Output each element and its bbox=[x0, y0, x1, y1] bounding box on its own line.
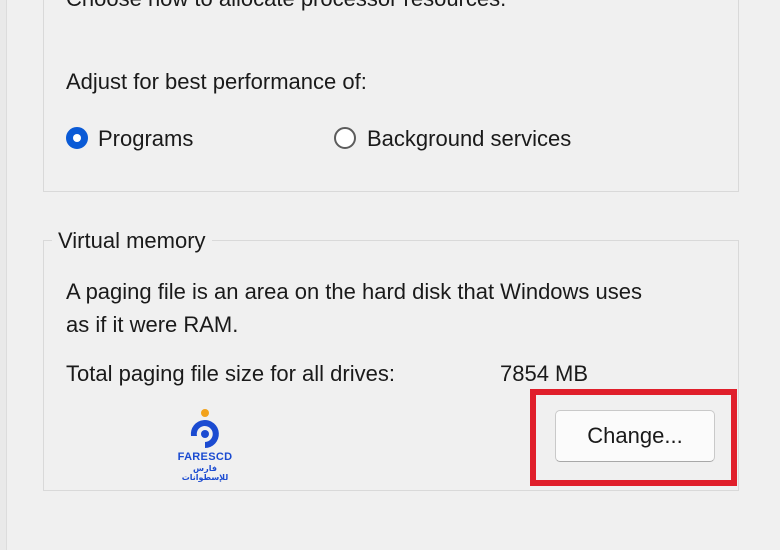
programs-radio-label[interactable]: Programs bbox=[98, 126, 193, 152]
farescd-logo-name: FARESCD bbox=[177, 451, 233, 463]
programs-radio[interactable] bbox=[66, 127, 88, 149]
farescd-logo-arabic: فارس للإسطوانات bbox=[181, 464, 229, 482]
paging-file-description-line2: as if it were RAM. bbox=[66, 312, 239, 337]
adjust-performance-label: Adjust for best performance of: bbox=[66, 69, 367, 94]
total-paging-size-value: 7854 MB bbox=[500, 361, 589, 386]
total-paging-size-label: Total paging file size for all drives: bbox=[66, 361, 395, 386]
farescd-logo-icon bbox=[190, 409, 219, 448]
change-button[interactable]: Change... bbox=[555, 410, 715, 462]
processor-scheduling-description: Choose how to allocate processor resourc… bbox=[66, 0, 506, 12]
processor-scheduling-group bbox=[43, 0, 739, 192]
paging-file-description-line1: A paging file is an area on the hard dis… bbox=[66, 279, 643, 304]
background-services-radio-label[interactable]: Background services bbox=[367, 126, 571, 152]
background-services-radio[interactable] bbox=[334, 127, 356, 149]
change-button-label: Change... bbox=[587, 423, 683, 448]
virtual-memory-legend: Virtual memory bbox=[52, 228, 212, 254]
window-left-edge bbox=[0, 0, 7, 550]
